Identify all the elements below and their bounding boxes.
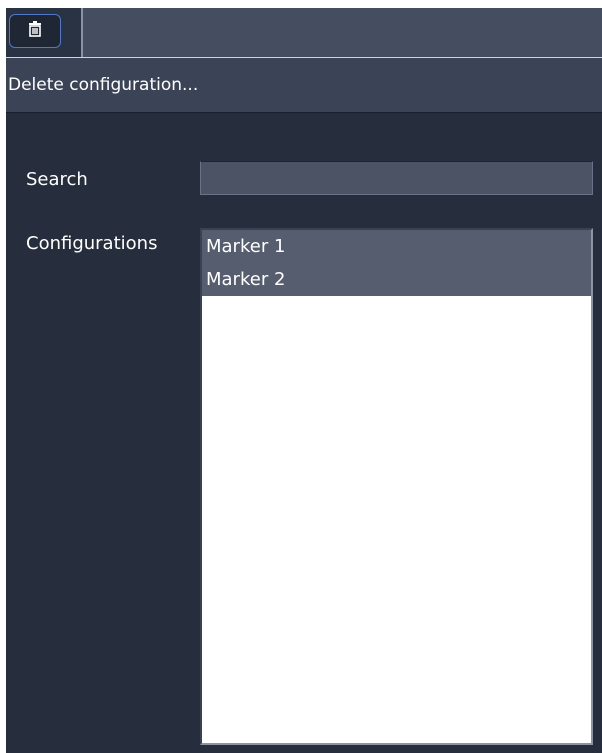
section-title: Delete configuration... (8, 75, 199, 95)
window-frame: Delete configuration... Search Configura… (0, 0, 602, 753)
section-header: Delete configuration... (6, 58, 602, 113)
list-item[interactable]: Marker 1 (202, 230, 591, 263)
search-label: Search (26, 169, 88, 190)
delete-button[interactable] (9, 14, 61, 48)
configurations-list[interactable]: Marker 1 Marker 2 (200, 228, 593, 745)
delete-configuration-panel: Delete configuration... Search Configura… (6, 8, 602, 753)
trash-icon (26, 20, 44, 42)
configurations-label: Configurations (26, 233, 158, 254)
toolbar-tab (6, 8, 83, 57)
toolbar (6, 8, 602, 58)
list-item[interactable]: Marker 2 (202, 263, 591, 296)
search-input[interactable] (200, 161, 593, 195)
